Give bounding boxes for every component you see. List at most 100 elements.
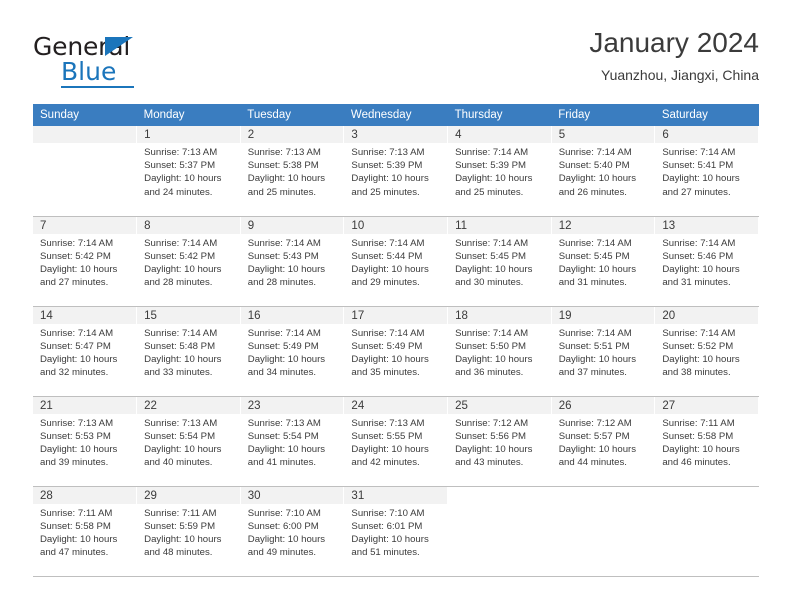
- sunset-text: Sunset: 5:52 PM: [662, 340, 734, 352]
- day-details: Sunrise: 7:13 AM Sunset: 5:37 PM Daylight:…: [137, 143, 240, 199]
- sunset-text: Sunset: 5:54 PM: [144, 430, 216, 442]
- sunrise-text: Sunrise: 7:14 AM: [455, 327, 529, 339]
- calendar-cell-day[interactable]: 12 Sunrise: 7:14 AM Sunset: 5:45 PM Dayligh…: [551, 216, 656, 307]
- calendar-cell-day[interactable]: 2 Sunrise: 7:13 AM Sunset: 5:38 PM Daylight…: [240, 126, 345, 217]
- calendar-cell-day[interactable]: 17 Sunrise: 7:14 AM Sunset: 5:49 PM Dayligh…: [343, 306, 449, 397]
- sunrise-text: Sunrise: 7:14 AM: [144, 237, 218, 249]
- calendar-cell-day[interactable]: 11 Sunrise: 7:14 AM Sunset: 5:45 PM Dayligh…: [447, 216, 552, 307]
- day-number: 3: [344, 126, 448, 143]
- sunset-text: Sunset: 5:46 PM: [662, 250, 734, 262]
- sunset-text: Sunset: 6:00 PM: [247, 520, 319, 532]
- day-number: 14: [33, 306, 137, 324]
- day-details: Sunrise: 7:14 AM Sunset: 5:48 PM Daylight:…: [137, 324, 240, 380]
- sunset-text: Sunset: 5:49 PM: [247, 340, 319, 352]
- sunset-text: Sunset: 5:48 PM: [144, 340, 216, 352]
- calendar-cell-day[interactable]: 22 Sunrise: 7:13 AM Sunset: 5:54 PM Dayligh…: [136, 396, 241, 487]
- calendar-cell-day[interactable]: 9 Sunrise: 7:14 AM Sunset: 5:43 PM Daylight…: [240, 216, 345, 307]
- daylight-text: Daylight: 10 hours and 29 minutes.: [351, 263, 429, 289]
- sunset-text: Sunset: 6:01 PM: [351, 520, 423, 532]
- sunrise-text: Sunrise: 7:12 AM: [455, 417, 529, 429]
- brand-underline: [61, 86, 134, 88]
- calendar-cell-day[interactable]: 19 Sunrise: 7:14 AM Sunset: 5:51 PM Dayligh…: [551, 306, 656, 397]
- day-cell: 20 Sunrise: 7:14 AM Sunset: 5:52 PM Dayligh…: [655, 306, 758, 396]
- day-number: 19: [551, 306, 655, 324]
- calendar-cell-day[interactable]: 1 Sunrise: 7:13 AM Sunset: 5:37 PM Daylight…: [136, 126, 241, 217]
- page-subtitle: Yuanzhou, Jiangxi, China: [601, 66, 759, 83]
- day-number: 8: [137, 216, 240, 234]
- day-cell: 18 Sunrise: 7:14 AM Sunset: 5:50 PM Dayligh…: [448, 306, 551, 396]
- sunset-text: Sunset: 5:53 PM: [40, 430, 111, 442]
- day-details: Sunrise: 7:14 AM Sunset: 5:49 PM Daylight:…: [344, 324, 447, 380]
- calendar-week-row: 21 Sunrise: 7:13 AM Sunset: 5:53 PM Dayligh…: [33, 396, 759, 487]
- daylight-text: Daylight: 10 hours and 42 minutes.: [351, 443, 429, 469]
- calendar-cell-day[interactable]: 4 Sunrise: 7:14 AM Sunset: 5:39 PM Daylight…: [447, 126, 552, 217]
- weekday-header-monday: Monday: [136, 104, 241, 126]
- sunset-text: Sunset: 5:41 PM: [662, 160, 734, 172]
- sunrise-text: Sunrise: 7:13 AM: [40, 417, 114, 429]
- calendar-cell-day[interactable]: 7 Sunrise: 7:14 AM Sunset: 5:42 PM Daylight…: [33, 216, 138, 307]
- day-cell: 24 Sunrise: 7:13 AM Sunset: 5:55 PM Dayligh…: [344, 396, 448, 486]
- calendar-cell-day[interactable]: 13 Sunrise: 7:14 AM Sunset: 5:46 PM Dayligh…: [654, 216, 759, 307]
- sunrise-text: Sunrise: 7:11 AM: [40, 507, 113, 519]
- calendar-cell-day[interactable]: 15 Sunrise: 7:14 AM Sunset: 5:48 PM Dayligh…: [136, 306, 241, 397]
- calendar-cell-day[interactable]: 18 Sunrise: 7:14 AM Sunset: 5:50 PM Dayligh…: [447, 306, 552, 397]
- weekday-header-thursday: Thursday: [447, 104, 552, 126]
- daylight-text: Daylight: 10 hours and 32 minutes.: [40, 353, 118, 379]
- brand-name-blue: Blue: [61, 57, 117, 86]
- sunset-text: Sunset: 5:42 PM: [144, 250, 216, 262]
- calendar-cell-day[interactable]: 3 Sunrise: 7:13 AM Sunset: 5:39 PM Daylight…: [343, 126, 449, 217]
- calendar-cell-day[interactable]: 5 Sunrise: 7:14 AM Sunset: 5:40 PM Daylight…: [551, 126, 656, 217]
- daylight-text: Daylight: 10 hours and 28 minutes.: [247, 263, 326, 289]
- calendar-cell-day[interactable]: 23 Sunrise: 7:13 AM Sunset: 5:54 PM Dayligh…: [240, 396, 345, 487]
- calendar-cell-day[interactable]: 6 Sunrise: 7:14 AM Sunset: 5:41 PM Daylight…: [654, 126, 759, 217]
- calendar-cell-day[interactable]: 29 Sunrise: 7:11 AM Sunset: 5:59 PM Dayligh…: [136, 486, 241, 577]
- brand-logo[interactable]: General Blue: [33, 34, 213, 90]
- calendar-week-row: 14 Sunrise: 7:14 AM Sunset: 5:47 PM Dayligh…: [33, 306, 759, 397]
- calendar-cell-day[interactable]: 25 Sunrise: 7:12 AM Sunset: 5:56 PM Dayligh…: [447, 396, 552, 487]
- day-number: 20: [655, 306, 758, 324]
- day-cell: 23 Sunrise: 7:13 AM Sunset: 5:54 PM Dayligh…: [240, 396, 344, 486]
- weekday-header-saturday: Saturday: [654, 104, 759, 126]
- calendar-cell-day[interactable]: 27 Sunrise: 7:11 AM Sunset: 5:58 PM Dayligh…: [654, 396, 759, 487]
- calendar-cell-day[interactable]: 21 Sunrise: 7:13 AM Sunset: 5:53 PM Dayligh…: [33, 396, 138, 487]
- sunrise-text: Sunrise: 7:11 AM: [662, 417, 735, 429]
- daylight-text: Daylight: 10 hours and 30 minutes.: [455, 263, 533, 289]
- calendar-cell-day[interactable]: 24 Sunrise: 7:13 AM Sunset: 5:55 PM Dayligh…: [343, 396, 449, 487]
- calendar-cell-day[interactable]: 31 Sunrise: 7:10 AM Sunset: 6:01 PM Dayligh…: [343, 486, 449, 577]
- day-details: Sunrise: 7:14 AM Sunset: 5:41 PM Daylight:…: [655, 143, 758, 199]
- sunrise-text: Sunrise: 7:10 AM: [247, 507, 321, 519]
- day-details: Sunrise: 7:14 AM Sunset: 5:45 PM Daylight:…: [448, 234, 551, 290]
- day-cell: 12 Sunrise: 7:14 AM Sunset: 5:45 PM Dayligh…: [551, 216, 655, 306]
- sunrise-text: Sunrise: 7:14 AM: [144, 327, 218, 339]
- page-header: General Blue January 2024 Yuanzhou, Jian…: [33, 26, 759, 98]
- day-number: 22: [137, 396, 240, 414]
- daylight-text: Daylight: 10 hours and 27 minutes.: [662, 173, 740, 198]
- daylight-text: Daylight: 10 hours and 49 minutes.: [247, 533, 326, 559]
- calendar-body: 1 Sunrise: 7:13 AM Sunset: 5:37 PM Daylight…: [33, 126, 759, 577]
- day-details: Sunrise: 7:13 AM Sunset: 5:39 PM Daylight:…: [344, 143, 447, 199]
- calendar-cell-empty: [551, 486, 656, 577]
- calendar-cell-day[interactable]: 30 Sunrise: 7:10 AM Sunset: 6:00 PM Dayligh…: [240, 486, 345, 577]
- calendar-cell-day[interactable]: 10 Sunrise: 7:14 AM Sunset: 5:44 PM Dayligh…: [343, 216, 449, 307]
- day-details: Sunrise: 7:10 AM Sunset: 6:00 PM Daylight:…: [241, 504, 344, 560]
- day-number: 31: [344, 486, 448, 504]
- day-number: [33, 126, 137, 143]
- day-cell: 9 Sunrise: 7:14 AM Sunset: 5:43 PM Daylight…: [240, 216, 344, 306]
- day-details: Sunrise: 7:13 AM Sunset: 5:55 PM Daylight:…: [344, 414, 447, 470]
- calendar-cell-day[interactable]: 28 Sunrise: 7:11 AM Sunset: 5:58 PM Dayligh…: [33, 486, 138, 577]
- day-number: 18: [448, 306, 551, 324]
- calendar-table: Sunday Monday Tuesday Wednesday Thursday…: [33, 104, 759, 577]
- day-number: 17: [344, 306, 448, 324]
- day-number: 9: [240, 216, 344, 234]
- calendar-cell-day[interactable]: 26 Sunrise: 7:12 AM Sunset: 5:57 PM Dayligh…: [551, 396, 656, 487]
- day-details: Sunrise: 7:14 AM Sunset: 5:42 PM Daylight:…: [33, 234, 136, 290]
- sunset-text: Sunset: 5:40 PM: [558, 160, 630, 172]
- calendar-cell-day[interactable]: 20 Sunrise: 7:14 AM Sunset: 5:52 PM Dayligh…: [654, 306, 759, 397]
- calendar-cell-day[interactable]: 16 Sunrise: 7:14 AM Sunset: 5:49 PM Dayligh…: [240, 306, 345, 397]
- calendar-cell-day[interactable]: 14 Sunrise: 7:14 AM Sunset: 5:47 PM Dayligh…: [33, 306, 138, 397]
- sunrise-text: Sunrise: 7:14 AM: [40, 327, 114, 339]
- day-details: Sunrise: 7:14 AM Sunset: 5:42 PM Daylight:…: [137, 234, 240, 290]
- calendar-cell-day[interactable]: 8 Sunrise: 7:14 AM Sunset: 5:42 PM Daylight…: [136, 216, 241, 307]
- sunset-text: Sunset: 5:57 PM: [558, 430, 630, 442]
- daylight-text: Daylight: 10 hours and 39 minutes.: [40, 443, 118, 469]
